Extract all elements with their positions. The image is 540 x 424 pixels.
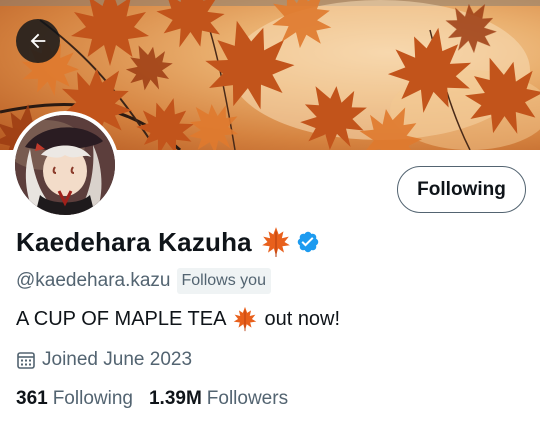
- avatar[interactable]: [11, 111, 119, 219]
- verified-badge-icon[interactable]: [296, 230, 320, 254]
- maple-leaf-icon: [260, 226, 292, 258]
- followers-label: Followers: [206, 388, 289, 409]
- avatar-illustration: [15, 115, 115, 215]
- user-handle: @kaedehara.kazu: [16, 270, 171, 291]
- bio-text-end: out now!: [264, 307, 341, 330]
- following-button[interactable]: Following: [397, 166, 526, 213]
- joined-date: Joined June 2023: [42, 349, 193, 370]
- follows-you-badge: Follows you: [176, 268, 271, 294]
- profile-bio: A CUP OF MAPLE TEA out now!: [16, 306, 340, 332]
- arrow-left-icon: [30, 33, 46, 49]
- followers-stat-link[interactable]: 1.39M Followers: [149, 388, 288, 410]
- profile-handle-row: @kaedehara.kazu Follows you: [16, 268, 271, 294]
- follow-stats: 361 Following 1.39M Followers: [16, 388, 288, 410]
- followers-count: 1.39M: [148, 388, 202, 409]
- following-count: 361: [16, 388, 48, 409]
- maple-leaf-icon: [232, 306, 258, 332]
- bio-text-start: A CUP OF MAPLE TEA: [16, 307, 227, 330]
- back-button[interactable]: [16, 19, 60, 63]
- profile-name-row: Kaedehara Kazuha: [16, 226, 320, 258]
- following-stat-link[interactable]: 361 Following: [16, 388, 133, 410]
- following-label: Following: [52, 388, 133, 409]
- joined-date-row: Joined June 2023: [16, 349, 192, 371]
- display-name: Kaedehara Kazuha: [16, 226, 252, 257]
- calendar-icon: [16, 350, 36, 370]
